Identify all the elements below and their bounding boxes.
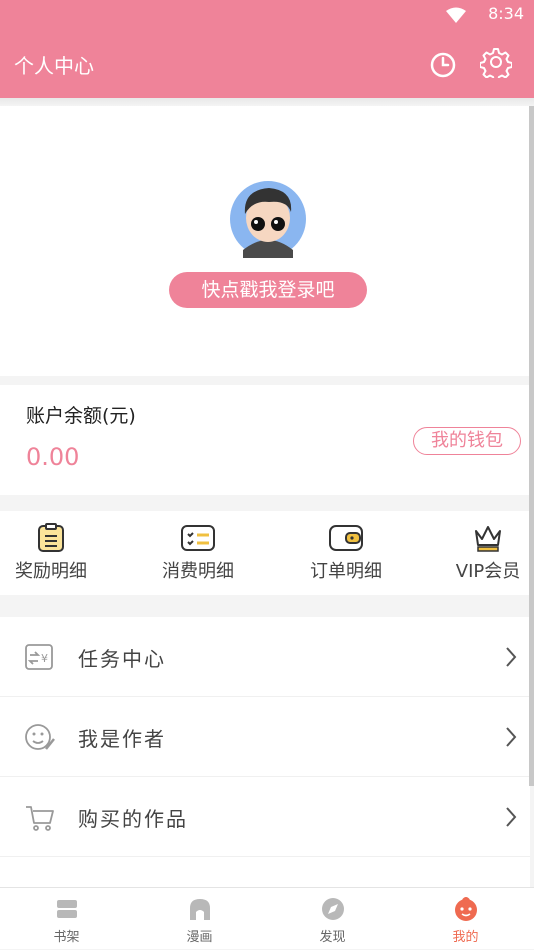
menu-item-task-center[interactable]: ¥ 任务中心: [0, 617, 530, 697]
menu-item-label: 任务中心: [78, 647, 166, 671]
login-button[interactable]: 快点戳我登录吧: [169, 272, 367, 308]
app-header: 个人中心: [0, 34, 534, 98]
tab-mine[interactable]: 我的: [399, 888, 532, 950]
scrollbar[interactable]: [529, 106, 534, 786]
menu-item-author[interactable]: 我是作者: [0, 697, 530, 777]
shortcut-vip[interactable]: VIP会员: [433, 511, 534, 595]
task-exchange-icon: ¥: [25, 644, 53, 670]
shortcut-label: 奖励明细: [15, 561, 87, 582]
bottom-tab-bar: 书架 漫画 发现 我的: [0, 887, 534, 949]
discover-icon: [321, 898, 344, 920]
shortcut-order[interactable]: 订单明细: [291, 511, 401, 595]
status-time: 8:34: [488, 4, 524, 23]
menu-item-purchased[interactable]: 购买的作品: [0, 777, 530, 857]
tab-label: 发现: [319, 930, 346, 945]
shortcut-consumption[interactable]: 消费明细: [143, 511, 253, 595]
shortcut-label: 消费明细: [162, 561, 234, 582]
avatar[interactable]: [229, 180, 307, 258]
cart-icon: [26, 806, 54, 831]
menu-list: ¥ 任务中心 我是作者 购买的作品: [0, 617, 530, 897]
chevron-right-icon: [506, 807, 517, 827]
settings-gear-icon[interactable]: [480, 46, 512, 78]
consumption-list-icon: [181, 525, 215, 551]
shortcut-label: 订单明细: [310, 561, 382, 582]
history-icon[interactable]: [428, 50, 458, 80]
menu-item-label: 购买的作品: [78, 807, 188, 831]
order-wallet-icon: [329, 525, 363, 551]
balance-card: 账户余额(元) 0.00 我的钱包: [0, 385, 530, 495]
mine-icon: [454, 897, 477, 921]
header-shadow: [0, 98, 534, 106]
chevron-right-icon: [506, 727, 517, 747]
shortcut-reward[interactable]: 奖励明细: [0, 511, 106, 595]
tab-discover[interactable]: 发现: [266, 888, 399, 950]
shortcut-label: VIP会员: [455, 561, 521, 582]
tab-label: 我的: [452, 930, 479, 945]
page-title: 个人中心: [14, 54, 94, 78]
vip-crown-icon: [475, 526, 501, 552]
wifi-icon: [446, 7, 466, 23]
balance-label: 账户余额(元): [26, 405, 136, 427]
shortcut-bar: 奖励明细 消费明细 订单明细 VIP会员: [0, 511, 530, 595]
tab-bookshelf[interactable]: 书架: [0, 888, 133, 950]
svg-text:¥: ¥: [41, 652, 48, 665]
profile-card: 快点戳我登录吧: [0, 106, 530, 376]
chevron-right-icon: [506, 647, 517, 667]
bookshelf-icon: [56, 900, 77, 918]
comic-icon: [189, 899, 210, 920]
balance-amount: 0.00: [26, 443, 80, 471]
tab-label: 书架: [53, 930, 80, 945]
tab-comic[interactable]: 漫画: [133, 888, 266, 950]
menu-item-label: 我是作者: [78, 727, 166, 751]
status-bar: 8:34: [0, 0, 534, 34]
author-face-icon: [25, 724, 55, 750]
reward-clipboard-icon: [38, 523, 64, 552]
my-wallet-button[interactable]: 我的钱包: [413, 427, 521, 455]
tab-label: 漫画: [186, 930, 213, 945]
